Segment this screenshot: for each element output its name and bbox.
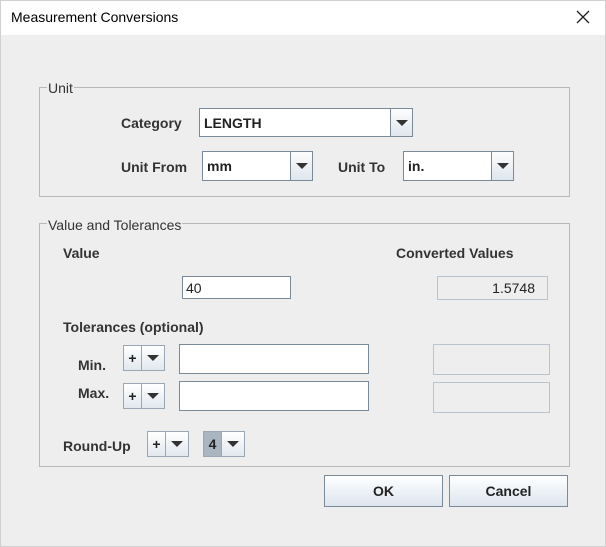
close-icon[interactable] (573, 7, 593, 27)
dialog-content: Unit Category LENGTH Unit From mm Unit T… (1, 35, 605, 546)
cancel-button[interactable]: Cancel (449, 475, 568, 507)
unit-from-label: Unit From (121, 159, 188, 175)
value-label: Value (63, 245, 100, 261)
converted-values-label: Converted Values (396, 245, 514, 261)
value-input[interactable]: 40 (182, 276, 291, 299)
min-sign-value: + (124, 346, 142, 370)
dialog-window: Measurement Conversions Unit Category LE… (0, 0, 606, 547)
min-label: Min. (78, 357, 106, 373)
max-sign-select[interactable]: + (123, 383, 165, 409)
chevron-down-icon[interactable] (390, 109, 412, 136)
unit-to-label: Unit To (338, 159, 386, 175)
chevron-down-icon[interactable] (142, 346, 164, 370)
unit-legend: Unit (47, 80, 74, 96)
value-tolerances-legend: Value and Tolerances (47, 217, 183, 233)
category-select[interactable]: LENGTH (199, 108, 413, 137)
converted-value-field: 1.5748 (437, 276, 548, 300)
chevron-down-icon[interactable] (166, 432, 188, 456)
min-tolerance-input[interactable] (179, 344, 369, 374)
chevron-down-icon[interactable] (290, 152, 312, 180)
unit-to-value: in. (408, 158, 425, 174)
max-tolerance-input[interactable] (179, 381, 369, 411)
min-converted-field (433, 344, 550, 375)
tolerances-label: Tolerances (optional) (63, 319, 204, 335)
unit-from-value: mm (207, 158, 232, 174)
title-bar: Measurement Conversions (1, 1, 605, 35)
round-up-digits-select[interactable]: 4 (203, 431, 245, 457)
category-value: LENGTH (204, 114, 262, 131)
max-converted-field (433, 382, 550, 413)
category-label: Category (121, 115, 182, 131)
round-up-sign-select[interactable]: + (147, 431, 189, 457)
chevron-down-icon[interactable] (222, 432, 244, 456)
min-sign-select[interactable]: + (123, 345, 165, 371)
chevron-down-icon[interactable] (491, 152, 513, 180)
ok-button[interactable]: OK (324, 475, 443, 507)
round-up-label: Round-Up (63, 438, 131, 454)
unit-from-select[interactable]: mm (202, 151, 313, 181)
max-label: Max. (78, 385, 110, 401)
unit-to-select[interactable]: in. (403, 151, 514, 181)
round-up-digits-value: 4 (204, 432, 222, 456)
chevron-down-icon[interactable] (142, 384, 164, 408)
max-sign-value: + (124, 384, 142, 408)
window-title: Measurement Conversions (11, 9, 179, 25)
round-up-sign-value: + (148, 432, 166, 456)
